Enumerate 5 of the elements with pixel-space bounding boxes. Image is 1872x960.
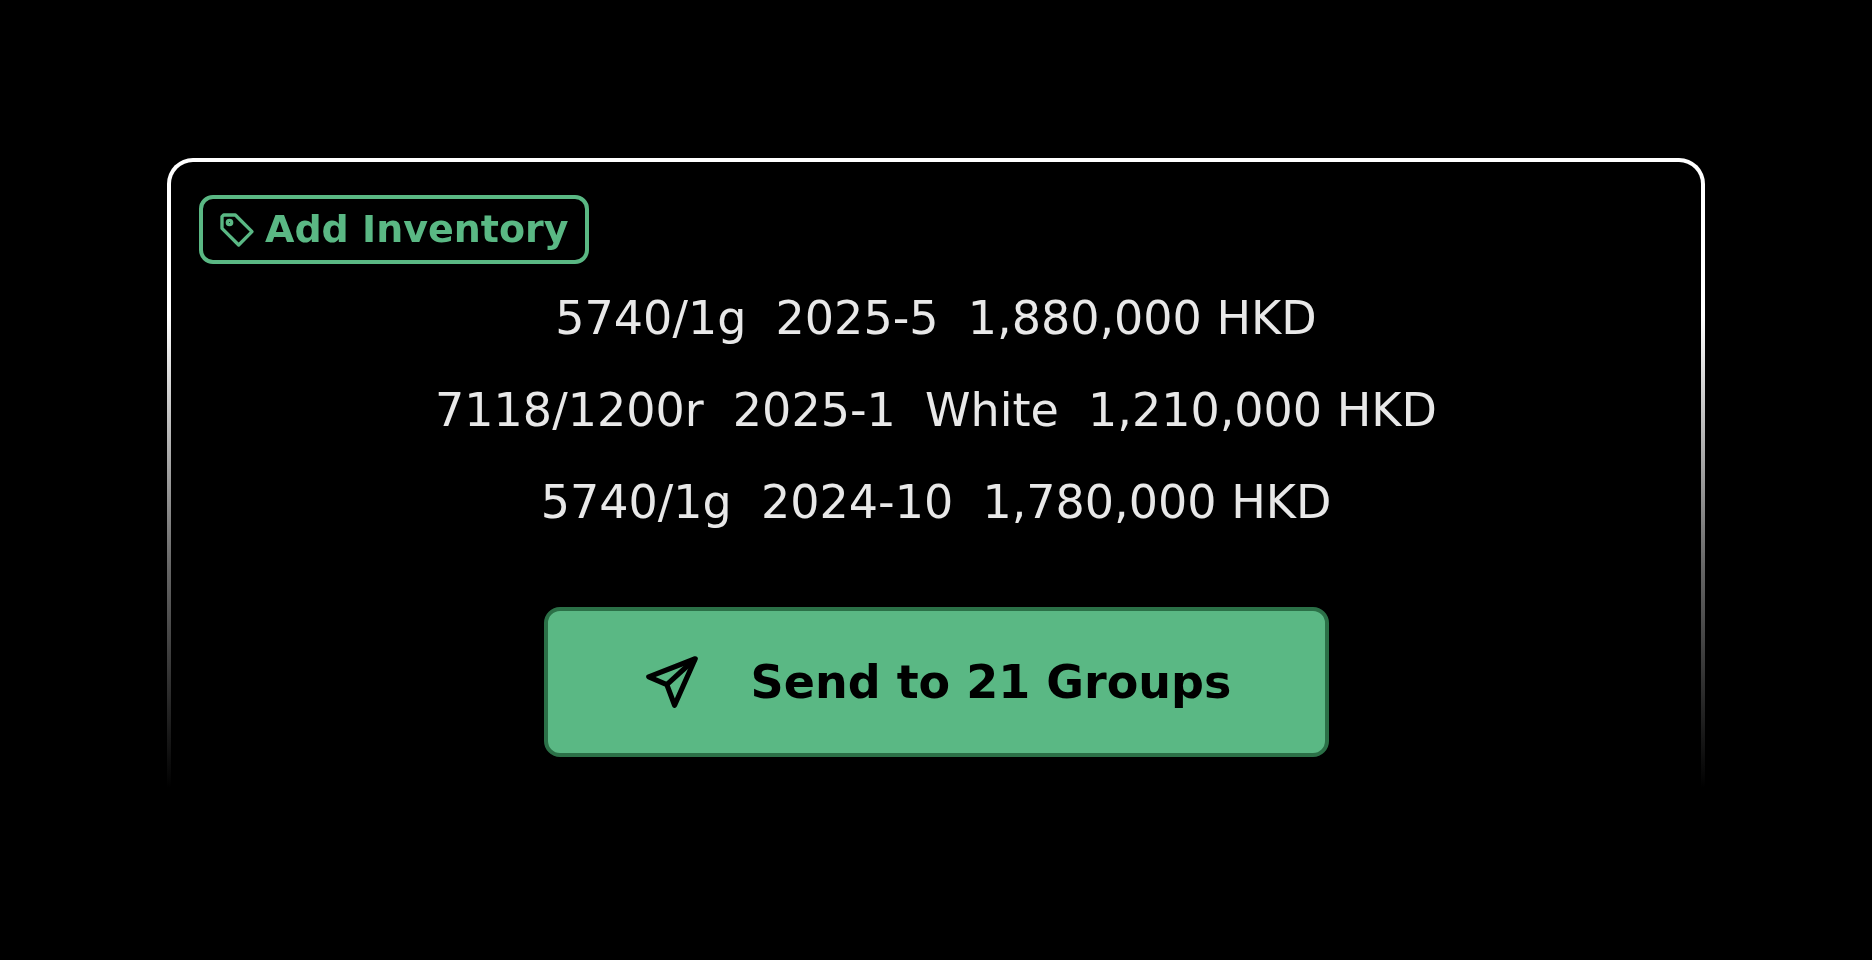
listing-text: 7118/1200r 2025-1 White 1,210,000 HKD (435, 382, 1437, 440)
listing-text: 5740/1g 2025-5 1,880,000 HKD (555, 290, 1317, 348)
send-button[interactable]: Send to 21 Groups (543, 607, 1329, 758)
listing-text: 5740/1g 2024-10 1,780,000 HKD (540, 474, 1332, 532)
add-inventory-button[interactable]: Add Inventory (199, 195, 589, 265)
